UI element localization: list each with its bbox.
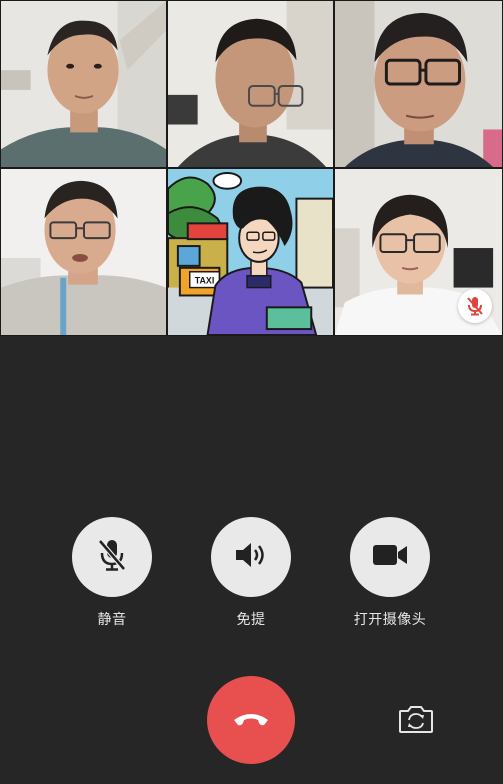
cartoon-avatar: TAXI <box>168 169 333 335</box>
mic-muted-icon <box>466 296 484 316</box>
camera-button[interactable] <box>350 517 430 597</box>
camera-label: 打开摄像头 <box>353 611 427 627</box>
participant-tile-1[interactable] <box>0 0 167 168</box>
hangup-icon <box>231 708 271 733</box>
hangup-button[interactable] <box>207 676 295 764</box>
participant-muted-badge <box>458 289 492 323</box>
mic-off-icon <box>97 538 127 577</box>
mute-button[interactable] <box>72 517 152 597</box>
participant-video-4 <box>1 169 166 335</box>
video-camera-icon <box>372 543 408 572</box>
call-controls: 静音 免提 打开摄像头 <box>0 517 503 637</box>
taxi-sign-text: TAXI <box>195 276 215 286</box>
speaker-label: 免提 <box>236 611 266 627</box>
participant-tile-5[interactable]: TAXI <box>167 168 334 336</box>
participant-tile-6[interactable] <box>334 168 503 336</box>
mute-label: 静音 <box>97 611 127 627</box>
participant-video-2 <box>168 1 333 167</box>
participant-tile-2[interactable] <box>167 0 334 168</box>
camera-control: 打开摄像头 <box>330 517 450 629</box>
participant-video-1 <box>1 1 166 167</box>
speaker-icon <box>234 540 268 575</box>
speaker-control: 免提 <box>191 517 311 629</box>
participant-tile-3[interactable] <box>334 0 503 168</box>
switch-camera-icon <box>398 704 434 739</box>
switch-camera-button[interactable] <box>397 704 435 738</box>
participant-tile-4[interactable] <box>0 168 167 336</box>
participant-grid: TAXI <box>0 0 503 336</box>
video-call-screen: TAXI 静音 免提 打开摄像头 <box>0 0 503 784</box>
mute-control: 静音 <box>52 517 172 629</box>
speaker-button[interactable] <box>211 517 291 597</box>
participant-video-3 <box>335 1 502 167</box>
